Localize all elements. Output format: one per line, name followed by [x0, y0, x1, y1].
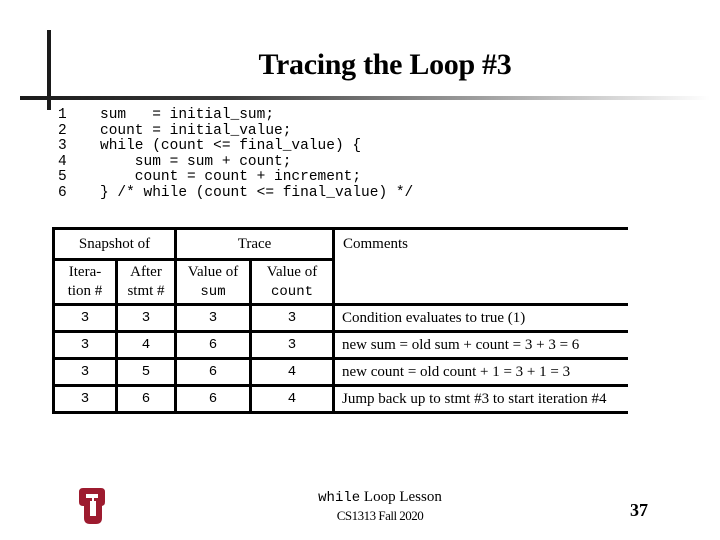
- code-text: count = initial_value;: [100, 122, 292, 139]
- iteration-header-line1: Itera-: [68, 264, 102, 280]
- sum-cell: 6: [174, 357, 252, 387]
- line-number: 6: [58, 184, 67, 201]
- slide-title: Tracing the Loop #3: [258, 48, 512, 81]
- iteration-header-line2: tion #: [67, 283, 103, 299]
- count-cell: 3: [249, 303, 335, 333]
- page-number: 37: [630, 500, 648, 520]
- footer-course: CS1313 Fall 2020: [336, 508, 424, 523]
- stmt-header-line2: stmt #: [127, 283, 165, 299]
- iteration-cell: 3: [52, 330, 118, 360]
- count-cell: 3: [249, 330, 335, 360]
- code-line: 4 sum = sum + count;: [58, 153, 413, 171]
- code-line: 1 sum = initial_sum;: [58, 107, 413, 124]
- group-header-row: Snapshot of Trace Comments: [52, 227, 628, 305]
- stmt-cell: 6: [115, 384, 177, 414]
- count-cell: 4: [249, 357, 335, 387]
- trace-header: Trace: [174, 227, 335, 261]
- stmt-header-line1: After: [130, 264, 162, 280]
- trace-table: Snapshot of Trace Comments Itera-tion # …: [52, 227, 628, 414]
- table-row: 3 3 3 3 Condition evaluates to true (1): [52, 303, 628, 333]
- code-line: 3 while (count <= final_value) {: [58, 139, 413, 155]
- line-number: 4: [58, 153, 67, 170]
- footer-lesson-title: while Loop Lesson: [300, 489, 460, 506]
- line-number: 3: [58, 138, 67, 155]
- stmt-cell: 5: [115, 357, 177, 387]
- stmt-cell: 3: [115, 303, 177, 333]
- ou-logo-icon: [76, 486, 110, 533]
- comment-cell: Jump back up to stmt #3 to start iterati…: [332, 384, 628, 414]
- code-text: sum = initial_sum;: [100, 107, 275, 123]
- code-text: while (count <= final_value) {: [100, 138, 362, 155]
- code-line: 6 } /* while (count <= final_value) */: [58, 184, 414, 202]
- comment-cell: new sum = old sum + count = 3 + 3 = 6: [332, 330, 628, 360]
- count-header: Value of count: [249, 259, 335, 306]
- decorative-horizontal-rule: [20, 96, 710, 100]
- count-header-line2: count: [270, 283, 313, 300]
- iteration-cell: 3: [52, 357, 118, 387]
- table-row: 3 5 6 4 new count = old count + 1 = 3 + …: [52, 357, 628, 387]
- comments-header: Comments: [332, 227, 628, 305]
- snapshot-header: Snapshot of: [52, 227, 177, 261]
- comment-cell: Condition evaluates to true (1): [332, 303, 628, 333]
- stmt-cell: 4: [115, 330, 177, 360]
- code-line: 2 count = initial_value;: [58, 122, 413, 140]
- sum-header-line2: sum: [200, 283, 226, 300]
- sum-cell: 6: [174, 384, 252, 414]
- code-text: } /* while (count <= final_value) */: [100, 184, 414, 201]
- code-line: 5 count = count + increment;: [58, 170, 413, 186]
- footer-lesson-rest: Loop Lesson: [360, 489, 442, 505]
- iteration-cell: 3: [52, 303, 118, 333]
- footer-lesson-keyword: while: [318, 490, 361, 506]
- table-row: 3 4 6 3 new sum = old sum + count = 3 + …: [52, 330, 628, 360]
- code-text: sum = sum + count;: [100, 153, 292, 170]
- code-text: count = count + increment;: [100, 169, 362, 186]
- stmt-header: After stmt #: [115, 259, 177, 306]
- iteration-cell: 3: [52, 384, 118, 414]
- sum-header: Value of sum: [174, 259, 252, 306]
- line-number: 5: [58, 169, 67, 186]
- code-listing: 1 sum = initial_sum; 2 count = initial_val…: [58, 107, 414, 202]
- sum-header-line1: Value of: [187, 263, 239, 280]
- line-number: 1: [58, 107, 67, 123]
- sum-cell: 6: [174, 330, 252, 360]
- sum-cell: 3: [174, 303, 252, 333]
- count-header-line1: Value of: [266, 263, 318, 280]
- table-row: 3 6 6 4 Jump back up to stmt #3 to start…: [52, 384, 628, 414]
- iteration-header: Itera-tion #: [52, 259, 118, 306]
- line-number: 2: [58, 122, 67, 139]
- comment-cell: new count = old count + 1 = 3 + 1 = 3: [332, 357, 628, 387]
- count-cell: 4: [249, 384, 335, 414]
